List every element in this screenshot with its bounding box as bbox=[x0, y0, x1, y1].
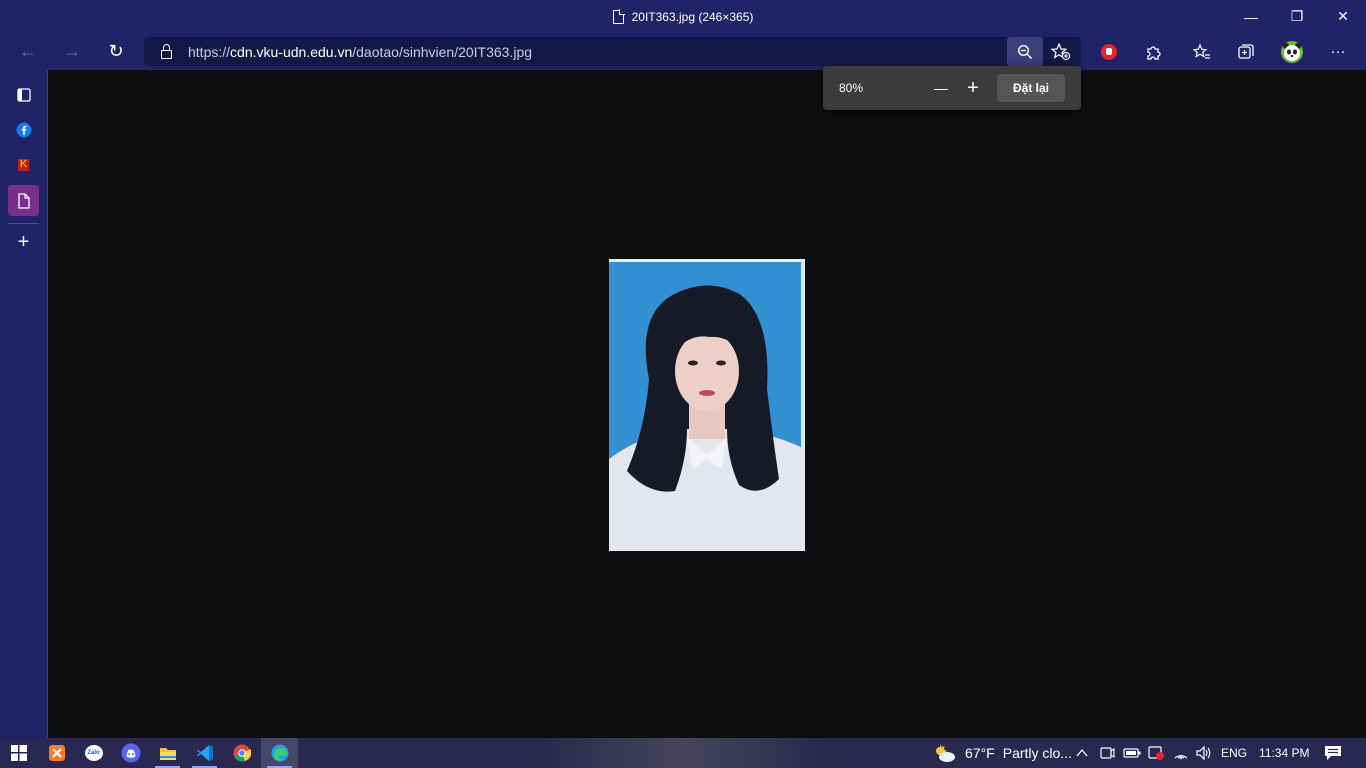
tray-clock[interactable]: 11:34 PM bbox=[1259, 738, 1309, 768]
chrome-icon bbox=[233, 744, 251, 762]
minimize-icon: — bbox=[1244, 8, 1258, 25]
settings-more-button[interactable]: ··· bbox=[1323, 37, 1353, 66]
profile-button[interactable] bbox=[1277, 37, 1307, 66]
close-icon: ✕ bbox=[1337, 8, 1349, 24]
favorites-button[interactable] bbox=[1187, 37, 1217, 66]
taskbar-app-zalo[interactable]: Zalo bbox=[75, 738, 112, 768]
vscode-icon bbox=[196, 745, 213, 761]
discord-icon bbox=[121, 743, 140, 763]
vertical-sidebar: K + bbox=[0, 70, 48, 738]
minimize-button[interactable]: — bbox=[1228, 0, 1274, 33]
zoom-reset-button[interactable]: Đặt lại bbox=[997, 74, 1065, 102]
tray-language[interactable]: ENG bbox=[1221, 738, 1247, 768]
show-hidden-icons-button[interactable] bbox=[1076, 738, 1088, 768]
displayed-image[interactable] bbox=[609, 259, 805, 551]
tabs-icon bbox=[16, 87, 31, 102]
back-arrow-icon: ← bbox=[19, 41, 37, 61]
refresh-button[interactable]: ↻ bbox=[94, 33, 138, 70]
tray-security[interactable] bbox=[1147, 738, 1165, 768]
url-host: cdn.vku-udn.edu.vn bbox=[230, 43, 353, 60]
extensions-button[interactable] bbox=[1138, 37, 1168, 66]
forward-arrow-icon: → bbox=[63, 41, 81, 61]
minus-icon: — bbox=[934, 80, 948, 96]
sidebar-item-vku[interactable]: K bbox=[8, 149, 39, 180]
clock-time: 11:34 PM bbox=[1259, 746, 1310, 760]
weather-widget[interactable]: 67°F Partly clo... bbox=[932, 738, 1072, 768]
taskbar-app-vscode[interactable] bbox=[186, 738, 223, 768]
add-favorite-button[interactable] bbox=[1046, 37, 1076, 66]
edge-icon bbox=[271, 744, 288, 762]
taskbar-app-file-explorer[interactable] bbox=[149, 738, 186, 768]
partly-cloudy-icon bbox=[936, 744, 955, 762]
url-scheme: https:// bbox=[188, 43, 231, 60]
windows-taskbar: Zalo 67°F Partly clo... ENG 11:34 PM bbox=[0, 738, 1366, 768]
zoom-level: 80% bbox=[839, 81, 864, 95]
sidebar-item-current-page[interactable] bbox=[8, 185, 39, 216]
weather-description: Partly clo... bbox=[1002, 745, 1072, 761]
action-center-button[interactable] bbox=[1324, 738, 1342, 768]
document-icon bbox=[612, 8, 625, 24]
puzzle-icon bbox=[1147, 45, 1161, 60]
portrait-photo bbox=[609, 259, 805, 551]
tray-volume[interactable] bbox=[1195, 738, 1213, 768]
camera-icon bbox=[1100, 747, 1115, 759]
url-text[interactable]: https://cdn.vku-udn.edu.vn/daotao/sinhvi… bbox=[188, 44, 532, 60]
window-title-text: 20IT363.jpg (246×365) bbox=[631, 9, 754, 24]
notifications-icon bbox=[1325, 746, 1341, 760]
restore-icon: ❐ bbox=[1290, 8, 1304, 24]
sidebar-divider bbox=[8, 223, 39, 224]
star-add-icon bbox=[1051, 42, 1071, 60]
vku-icon: K bbox=[17, 158, 30, 171]
wifi-icon bbox=[1174, 755, 1188, 760]
weather-temperature: 67°F bbox=[965, 745, 995, 761]
adblock-extension-button[interactable] bbox=[1094, 37, 1124, 66]
xampp-icon bbox=[48, 745, 65, 761]
tray-battery[interactable] bbox=[1123, 738, 1141, 768]
more-dots-icon: ··· bbox=[1330, 43, 1346, 60]
facebook-icon bbox=[16, 122, 31, 137]
collections-button[interactable] bbox=[1231, 37, 1261, 66]
zoom-in-button[interactable]: + bbox=[959, 74, 987, 102]
back-button[interactable]: ← bbox=[6, 33, 50, 70]
plus-icon: + bbox=[967, 76, 979, 99]
tray-meet-now[interactable] bbox=[1099, 738, 1115, 768]
plus-icon: + bbox=[17, 231, 30, 253]
lock-icon bbox=[161, 43, 172, 59]
sidebar-item-tab-actions[interactable] bbox=[8, 79, 39, 110]
taskbar-app-xampp[interactable] bbox=[38, 738, 75, 768]
address-bar[interactable]: https://cdn.vku-udn.edu.vn/daotao/sinhvi… bbox=[144, 37, 1081, 66]
forward-button[interactable]: → bbox=[50, 33, 94, 70]
language-indicator: ENG bbox=[1221, 746, 1248, 760]
close-button[interactable]: ✕ bbox=[1320, 0, 1366, 33]
zoom-out-button[interactable]: — bbox=[927, 74, 955, 102]
tray-wifi[interactable] bbox=[1172, 738, 1190, 768]
sidebar-item-facebook[interactable] bbox=[8, 114, 39, 145]
security-alert-icon bbox=[1148, 746, 1164, 760]
taskbar-app-chrome[interactable] bbox=[223, 738, 260, 768]
zalo-label: Zalo bbox=[87, 750, 100, 756]
folder-icon bbox=[159, 748, 176, 760]
battery-icon bbox=[1123, 748, 1141, 758]
zoom-indicator-button[interactable] bbox=[1007, 37, 1043, 66]
url-path: /daotao/sinhvien/20IT363.jpg bbox=[352, 43, 533, 60]
zoom-out-magnifier-icon bbox=[1017, 44, 1033, 59]
start-button[interactable] bbox=[0, 738, 37, 768]
collections-icon bbox=[1238, 43, 1254, 59]
panda-avatar-icon bbox=[1281, 40, 1303, 63]
title-bar: 20IT363.jpg (246×365) bbox=[0, 0, 1366, 33]
window-title: 20IT363.jpg (246×365) bbox=[612, 8, 754, 24]
sidebar-add-button[interactable]: + bbox=[8, 227, 39, 258]
restore-button[interactable]: ❐ bbox=[1274, 0, 1320, 33]
hand-stop-icon bbox=[1101, 43, 1117, 60]
windows-logo-icon bbox=[10, 745, 27, 761]
favorites-list-icon bbox=[1193, 42, 1210, 59]
taskbar-app-edge[interactable] bbox=[261, 738, 298, 768]
refresh-icon: ↻ bbox=[108, 41, 124, 61]
page-icon bbox=[17, 192, 30, 209]
zoom-popup: 80% — + Đặt lại bbox=[823, 66, 1081, 110]
taskbar-app-discord[interactable] bbox=[112, 738, 149, 768]
chevron-up-icon bbox=[1076, 748, 1088, 757]
speaker-icon bbox=[1196, 745, 1211, 761]
